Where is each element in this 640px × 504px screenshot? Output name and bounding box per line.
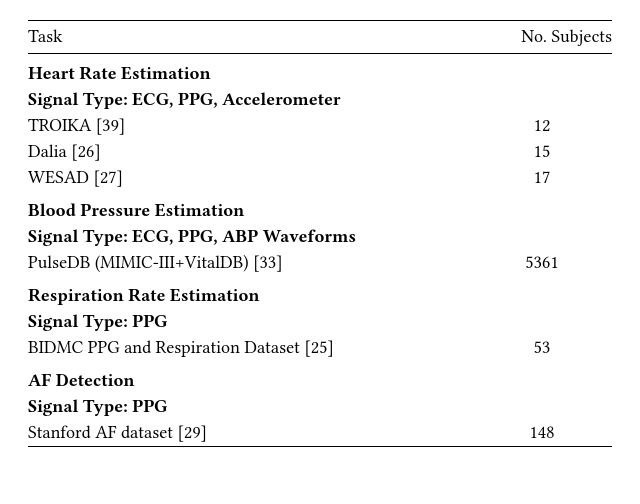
group-signal-row: Signal Type: ECG, PPG, Accelerometer (28, 87, 612, 113)
group-signal: Signal Type: ECG, PPG, Accelerometer (28, 87, 472, 113)
group-signal: Signal Type: PPG (28, 309, 472, 335)
group-title-row: Heart Rate Estimation (28, 54, 612, 87)
dataset-label: Dalia [26] (28, 139, 472, 165)
empty-cell (472, 394, 612, 420)
group-title-row: Blood Pressure Estimation (28, 191, 612, 224)
table-row: BIDMC PPG and Respiration Dataset [25] 5… (28, 335, 612, 361)
header-row: Task No. Subjects (28, 21, 612, 54)
dataset-label: BIDMC PPG and Respiration Dataset [25] (28, 335, 472, 361)
empty-cell (472, 54, 612, 87)
table-row: Stanford AF dataset [29] 148 (28, 420, 612, 447)
table-row: PulseDB (MIMIC-III+VitalDB) [33] 5361 (28, 250, 612, 276)
table-row: WESAD [27] 17 (28, 165, 612, 191)
group-title: Heart Rate Estimation (28, 54, 472, 87)
col-subjects: No. Subjects (472, 21, 612, 54)
group-signal-row: Signal Type: PPG (28, 309, 612, 335)
group-signal: Signal Type: PPG (28, 394, 472, 420)
col-task: Task (28, 21, 472, 54)
dataset-table: Task No. Subjects Heart Rate Estimation … (28, 20, 612, 447)
group-title: Respiration Rate Estimation (28, 276, 472, 309)
table-row: TROIKA [39] 12 (28, 113, 612, 139)
dataset-value: 148 (472, 420, 612, 447)
dataset-label: WESAD [27] (28, 165, 472, 191)
group-signal: Signal Type: ECG, PPG, ABP Waveforms (28, 224, 472, 250)
group-signal-row: Signal Type: PPG (28, 394, 612, 420)
empty-cell (472, 191, 612, 224)
empty-cell (472, 276, 612, 309)
group-signal-row: Signal Type: ECG, PPG, ABP Waveforms (28, 224, 612, 250)
dataset-value: 17 (472, 165, 612, 191)
table-row: Dalia [26] 15 (28, 139, 612, 165)
dataset-value: 15 (472, 139, 612, 165)
dataset-label: TROIKA [39] (28, 113, 472, 139)
empty-cell (472, 361, 612, 394)
group-title: Blood Pressure Estimation (28, 191, 472, 224)
dataset-label: PulseDB (MIMIC-III+VitalDB) [33] (28, 250, 472, 276)
dataset-value: 5361 (472, 250, 612, 276)
dataset-label: Stanford AF dataset [29] (28, 420, 472, 447)
group-title: AF Detection (28, 361, 472, 394)
group-title-row: Respiration Rate Estimation (28, 276, 612, 309)
table: Task No. Subjects Heart Rate Estimation … (28, 20, 612, 447)
empty-cell (472, 309, 612, 335)
group-title-row: AF Detection (28, 361, 612, 394)
dataset-value: 53 (472, 335, 612, 361)
dataset-value: 12 (472, 113, 612, 139)
empty-cell (472, 87, 612, 113)
empty-cell (472, 224, 612, 250)
